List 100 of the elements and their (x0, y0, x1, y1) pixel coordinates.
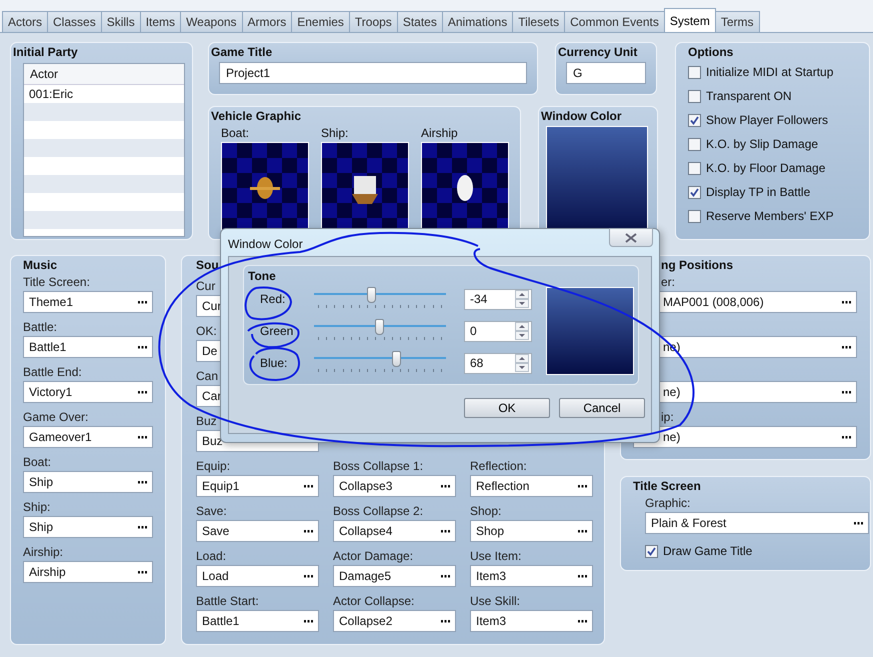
field-label: Load: (196, 548, 226, 565)
checkbox[interactable] (688, 162, 701, 174)
file-field[interactable]: Gameover1 (23, 426, 153, 448)
panel-title: Options (688, 45, 734, 60)
file-field[interactable]: Item3 (470, 610, 593, 632)
file-field[interactable]: Theme1 (23, 291, 153, 313)
field-label: Reflection: (470, 458, 527, 475)
group-title: Tone (248, 269, 277, 284)
field-label: Actor Collapse: (333, 593, 414, 610)
tab[interactable]: Skills (100, 11, 141, 32)
spin-arrows-icon[interactable] (515, 322, 529, 340)
number-field[interactable]: 68 (464, 352, 532, 374)
tab[interactable]: Animations (442, 11, 514, 32)
checkbox[interactable] (645, 544, 658, 558)
file-field[interactable]: Airship (23, 561, 153, 583)
file-field[interactable]: Collapse2 (333, 610, 456, 632)
field-label: Battle: (23, 319, 58, 336)
tab[interactable]: Weapons (180, 11, 243, 32)
slider-thumb[interactable] (375, 319, 384, 335)
panel-title: Window Color (541, 109, 623, 124)
vehicle-label: Airship (421, 125, 459, 142)
field-label: Graphic: (645, 495, 690, 512)
checkbox-label: Draw Game Title (663, 544, 752, 558)
slider[interactable] (314, 319, 446, 343)
file-field[interactable]: Battle1 (196, 610, 319, 632)
text-field[interactable]: Project1 (219, 62, 527, 84)
tab[interactable]: Tilesets (512, 11, 566, 32)
field-label: Battle Start: (196, 593, 259, 610)
tab[interactable]: Common Events (564, 11, 665, 32)
file-field[interactable]: Collapse4 (333, 520, 456, 542)
file-field[interactable]: Victory1 (23, 381, 153, 403)
checkbox[interactable] (688, 186, 701, 198)
file-field[interactable]: Ship (23, 516, 153, 538)
checkbox[interactable] (688, 138, 701, 150)
panel-title: Game Title (211, 45, 274, 60)
checkbox-label: K.O. by Slip Damage (706, 137, 818, 151)
ellipsis-icon (138, 390, 147, 394)
close-button[interactable] (609, 228, 653, 247)
ellipsis-icon (578, 484, 587, 488)
tab[interactable]: Classes (47, 11, 102, 32)
file-field[interactable]: Equip1 (196, 475, 319, 497)
file-field[interactable]: Reflection (470, 475, 593, 497)
tab[interactable]: Troops (348, 11, 398, 32)
vehicle-label: Ship: (321, 125, 350, 142)
ellipsis-icon (304, 620, 313, 622)
slider-thumb[interactable] (392, 351, 402, 367)
file-field[interactable]: Plain & Forest (645, 512, 869, 534)
file-field[interactable]: Load (196, 565, 319, 587)
checkbox[interactable] (688, 66, 701, 78)
ellipsis-icon (441, 574, 450, 578)
dialog-button[interactable]: OK (464, 398, 550, 418)
field-label: Buz (196, 413, 217, 430)
slider-thumb[interactable] (367, 287, 376, 303)
vehicle-label: Boat: (221, 125, 250, 142)
tab[interactable]: Terms (714, 11, 760, 32)
channel-label: Blue: (259, 356, 288, 370)
tab[interactable]: States (396, 11, 443, 32)
file-field[interactable]: Battle1 (23, 336, 153, 358)
table-cell[interactable]: 001:Eric (29, 87, 74, 101)
slider[interactable] (314, 287, 446, 311)
ellipsis-icon (578, 620, 587, 622)
tab[interactable]: Items (140, 11, 182, 32)
ellipsis-icon (441, 620, 450, 622)
panel-title: ng Positions (660, 258, 734, 273)
spin-arrows-icon[interactable] (515, 290, 529, 308)
checkbox[interactable] (688, 210, 701, 222)
field-label: Use Item: (470, 548, 522, 565)
field-label: Actor Damage: (333, 548, 414, 565)
spin-arrows-icon[interactable] (515, 354, 529, 372)
slider[interactable] (314, 351, 446, 375)
file-field[interactable]: Collapse3 (333, 475, 456, 497)
file-field[interactable]: ne) (633, 426, 857, 448)
file-field[interactable]: Damage5 (333, 565, 456, 587)
number-field[interactable]: 0 (464, 320, 532, 342)
tab[interactable]: Enemies (291, 11, 350, 32)
file-field[interactable]: Shop (470, 520, 593, 542)
field-label: ip: (660, 409, 674, 426)
ellipsis-icon (138, 570, 147, 574)
panel-title: Currency Unit (558, 45, 638, 60)
tab[interactable]: System (664, 8, 716, 32)
file-field[interactable]: Save (196, 520, 319, 542)
panel-title: Sou (196, 258, 220, 273)
dialog-button[interactable]: Cancel (559, 398, 645, 418)
field-label: Battle End: (23, 364, 82, 381)
ellipsis-icon (304, 574, 313, 578)
field-label: Airship: (23, 544, 64, 561)
file-field[interactable]: Ship (23, 471, 153, 493)
checkbox[interactable] (688, 90, 701, 102)
field-label: Boat: (23, 454, 52, 471)
file-field[interactable]: Item3 (470, 565, 593, 587)
field-label: Can (196, 368, 218, 385)
ellipsis-icon (304, 530, 313, 532)
text-field[interactable]: G (566, 62, 646, 84)
checkbox-label: Initialize MIDI at Startup (706, 65, 834, 79)
number-field[interactable]: -34 (464, 288, 532, 310)
tab[interactable]: Actors (2, 11, 48, 32)
ellipsis-icon (854, 522, 863, 524)
tab[interactable]: Armors (242, 11, 292, 32)
panel-title: Vehicle Graphic (211, 109, 302, 124)
checkbox[interactable] (688, 114, 701, 126)
